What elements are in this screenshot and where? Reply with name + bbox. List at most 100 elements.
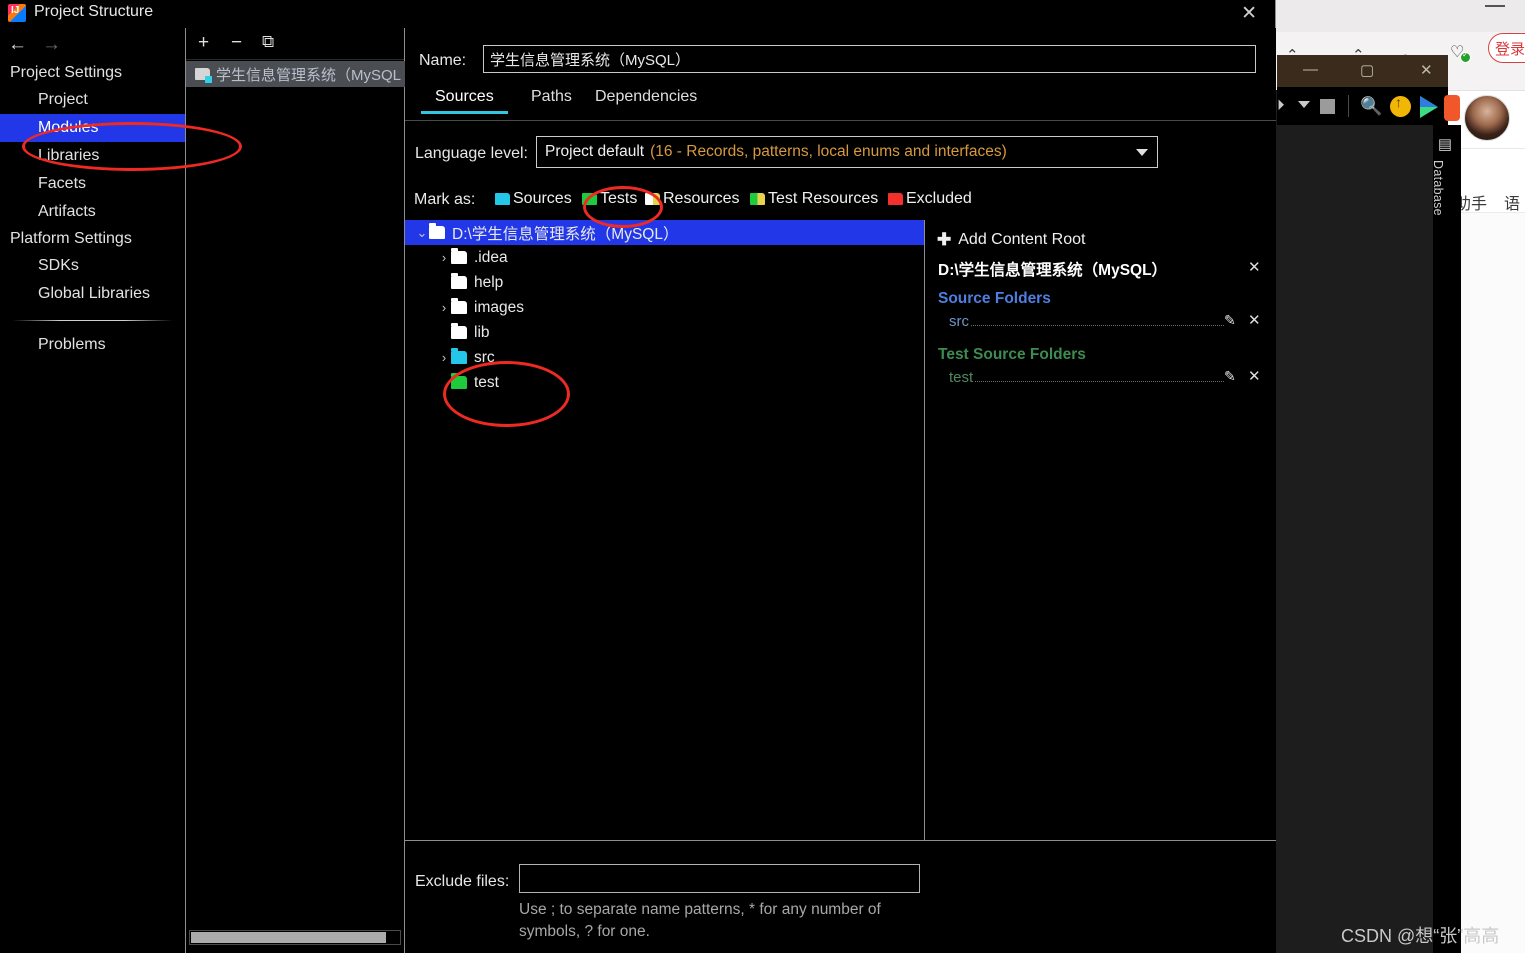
ide-close-icon[interactable]: ✕ (1420, 61, 1433, 79)
exclude-files-section: Exclude files: Use ; to separate name pa… (405, 840, 1276, 953)
editor-tabs: Sources Paths Dependencies (405, 88, 1276, 120)
mark-as-test-resources-label: Test Resources (768, 190, 879, 207)
tree-row[interactable]: test (405, 370, 924, 395)
mark-as-sources-label: Sources (513, 190, 572, 207)
intellij-idea-icon (8, 4, 26, 22)
tree-row[interactable]: help (405, 270, 924, 295)
sidebar-item-facets[interactable]: Facets (0, 170, 185, 198)
test-source-folder-entry[interactable]: test (949, 369, 1226, 389)
mark-as-label: Mark as: (414, 191, 476, 208)
chevron-right-icon[interactable]: › (437, 300, 451, 315)
copy-module-button[interactable]: ⧉ (262, 32, 274, 52)
tests-folder-icon (451, 373, 467, 389)
database-icon[interactable]: ▤ (1437, 136, 1453, 154)
mark-as-tests-button[interactable]: Tests (582, 190, 637, 208)
source-folder-entry[interactable]: src (949, 313, 1226, 333)
database-tool-label[interactable]: Database (1429, 160, 1445, 250)
add-module-button[interactable]: + (198, 32, 209, 54)
notification-indicator (1444, 95, 1460, 121)
ide-maximize-icon[interactable]: ▢ (1360, 61, 1374, 79)
forward-arrow-icon[interactable]: → (42, 34, 61, 56)
close-icon[interactable]: ✕ (1241, 1, 1257, 27)
browser-minimize-icon[interactable] (1485, 5, 1505, 7)
tab-dependencies[interactable]: Dependencies (595, 88, 697, 114)
folder-icon (451, 273, 467, 289)
tab-paths[interactable]: Paths (531, 88, 572, 114)
sidebar-divider (12, 320, 173, 321)
folder-icon (451, 298, 467, 314)
language-level-select[interactable]: Project default (16 - Records, patterns,… (536, 136, 1158, 168)
debug-icon[interactable]: ⏵ (1277, 97, 1285, 114)
add-content-root-button[interactable]: ✚ Add Content Root (937, 230, 1085, 250)
test-resources-folder-icon (750, 193, 765, 205)
tree-item-label: images (474, 298, 524, 316)
edit-source-folder-button[interactable]: ✎ (1224, 312, 1236, 329)
source-folder-name: src (949, 313, 969, 330)
chevron-down-icon[interactable] (1298, 101, 1310, 108)
test-source-folder-name: test (949, 369, 974, 386)
content-root-details: ✚ Add Content Root D:\学生信息管理系统（MySQL） ✕ … (925, 220, 1276, 840)
module-name-input[interactable] (483, 45, 1256, 73)
mark-as-test-resources-button[interactable]: Test Resources (750, 190, 878, 208)
chevron-down-icon[interactable] (1136, 149, 1148, 156)
stop-icon[interactable] (1320, 99, 1335, 114)
chevron-right-icon[interactable]: › (437, 350, 451, 365)
tree-row[interactable]: › images (405, 295, 924, 320)
avatar[interactable] (1464, 95, 1510, 141)
language-level-detail: (16 - Records, patterns, local enums and… (650, 143, 1007, 160)
project-structure-dialog: Project Structure ✕ ← → Project Settings… (0, 0, 1276, 953)
edit-test-folder-button[interactable]: ✎ (1224, 368, 1236, 385)
exclude-files-input[interactable] (519, 864, 920, 893)
sidebar-item-global-libraries[interactable]: Global Libraries (0, 280, 185, 308)
tab-sources[interactable]: Sources (421, 88, 508, 114)
content-split: ⌄ D:\学生信息管理系统（MySQL） › .idea help › imag… (405, 220, 1276, 840)
tree-row[interactable]: › src (405, 345, 924, 370)
tree-row[interactable]: › .idea (405, 245, 924, 270)
tree-item-label: D:\学生信息管理系统（MySQL） (452, 225, 679, 243)
module-list-scrollbar[interactable] (189, 930, 401, 945)
folder-icon (429, 223, 445, 239)
tree-item-label: help (474, 273, 504, 291)
folder-icon (451, 323, 467, 339)
exclude-files-label: Exclude files: (415, 873, 510, 890)
nav-history-bar: ← → (0, 28, 185, 60)
sidebar-item-project[interactable]: Project (0, 86, 185, 114)
remove-source-folder-button[interactable]: ✕ (1248, 311, 1261, 329)
remove-test-folder-button[interactable]: ✕ (1248, 367, 1261, 385)
remove-module-button[interactable]: − (231, 32, 242, 54)
module-list-item[interactable]: 学生信息管理系统（MySQL (186, 61, 405, 87)
remove-content-root-button[interactable]: ✕ (1248, 258, 1261, 276)
tree-row[interactable]: ⌄ D:\学生信息管理系统（MySQL） (405, 220, 924, 245)
back-arrow-icon[interactable]: ← (8, 34, 27, 56)
tree-row[interactable]: lib (405, 320, 924, 345)
mark-as-excluded-button[interactable]: Excluded (888, 190, 972, 208)
folder-icon (451, 248, 467, 264)
dotted-leader (971, 325, 1224, 326)
sidebar-item-sdks[interactable]: SDKs (0, 252, 185, 280)
chevron-right-icon[interactable]: › (437, 250, 451, 265)
mark-as-sources-button[interactable]: Sources (495, 190, 572, 208)
mark-as-excluded-label: Excluded (906, 190, 972, 207)
sources-folder-icon (495, 193, 510, 205)
sidebar-item-artifacts[interactable]: Artifacts (0, 198, 185, 226)
sidebar-item-libraries[interactable]: Libraries (0, 142, 185, 170)
mark-as-resources-button[interactable]: Resources (645, 190, 739, 208)
dialog-title: Project Structure (34, 3, 154, 20)
chevron-down-icon[interactable]: ⌄ (415, 225, 429, 241)
exclude-files-hint: Use ; to separate name patterns, * for a… (519, 901, 881, 940)
login-button[interactable]: 登录 (1488, 33, 1525, 63)
ide-window-titlebar: — ▢ ✕ (1277, 55, 1448, 87)
scrollbar-thumb[interactable] (191, 932, 386, 943)
ide-background-strip (1276, 90, 1448, 953)
language-level-row: Language level: Project default (16 - Re… (405, 136, 1276, 172)
ide-minimize-icon[interactable]: — (1303, 61, 1318, 78)
dotted-leader (975, 381, 1224, 382)
module-folder-icon (195, 68, 212, 83)
dialog-body: ← → Project Settings Project Modules Lib… (0, 28, 1276, 953)
search-icon[interactable]: 🔍 (1360, 96, 1382, 117)
sidebar-item-modules[interactable]: Modules (0, 114, 185, 142)
sidebar-item-problems[interactable]: Problems (0, 331, 185, 359)
browser-titlebar (1276, 0, 1525, 32)
update-icon[interactable] (1390, 94, 1411, 117)
content-root-tree: ⌄ D:\学生信息管理系统（MySQL） › .idea help › imag… (405, 220, 925, 840)
